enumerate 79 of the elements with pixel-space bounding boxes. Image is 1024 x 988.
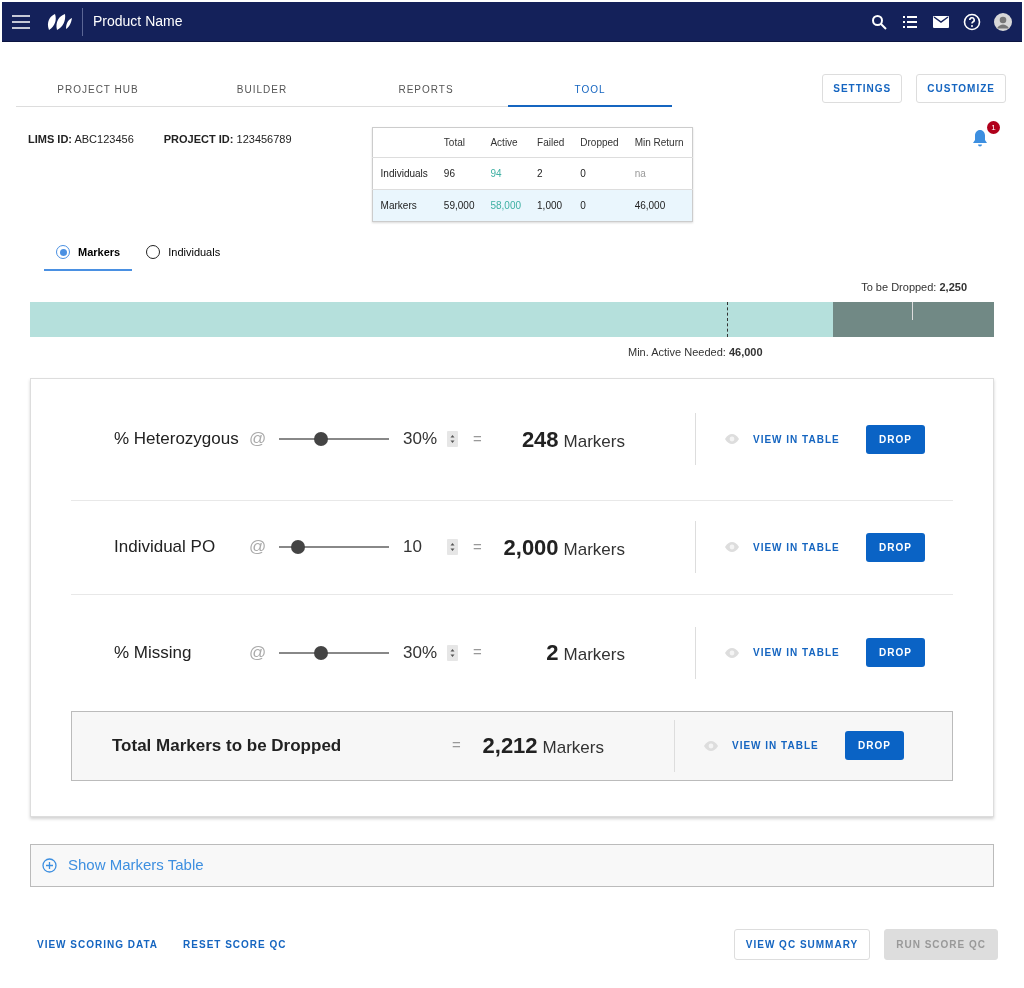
table-cell: 58,000 [482, 189, 530, 222]
view-link[interactable]: VIEW IN TABLE [753, 431, 866, 447]
filter-label: % Heterozygous [114, 428, 240, 451]
nav-tab[interactable]: REPORTS [344, 74, 508, 107]
menu-icon[interactable] [12, 14, 30, 29]
drop-button[interactable]: DROP [866, 424, 925, 454]
marker-count: 2,000 [503, 533, 559, 562]
view-link[interactable]: VIEW IN TABLE [753, 539, 866, 555]
help-icon[interactable] [963, 12, 981, 31]
table-cell: 1,000 [529, 189, 573, 222]
threshold-marker [727, 302, 728, 337]
nav-tab[interactable]: BUILDER [180, 74, 344, 107]
id-label: PROJECT ID: 123456789 [163, 132, 292, 147]
eye-icon [724, 433, 740, 445]
equals-sign: = [473, 536, 483, 557]
spinner-icon[interactable] [447, 431, 458, 447]
slider-thumb[interactable] [290, 540, 305, 554]
unit-label: Markers [563, 538, 625, 561]
slider-thumb[interactable] [313, 645, 328, 660]
column-header: Min Return [626, 127, 693, 158]
column-header: Dropped [572, 127, 627, 158]
drop-button[interactable]: DROP [866, 532, 925, 562]
column-header: Total [435, 127, 483, 158]
at-sign: @ [249, 428, 268, 451]
threshold-value: 30% [403, 428, 439, 451]
slider-thumb[interactable] [313, 432, 328, 446]
marker-count: 2 [546, 639, 559, 667]
unit-label: Markers [563, 644, 625, 666]
leader-line [911, 302, 913, 320]
eye-icon [703, 739, 719, 752]
drop-button[interactable]: DROP [866, 638, 925, 667]
row-header: Markers [372, 189, 436, 222]
total-label: Total Markers to be Dropped [112, 734, 343, 757]
plus-circle-icon [42, 857, 57, 873]
outline-button[interactable]: CUSTOMIZE [916, 74, 1006, 103]
equals-sign: = [473, 428, 483, 449]
app-title: Product Name [93, 12, 183, 31]
eye-icon [724, 541, 740, 553]
outline-button[interactable]: SETTINGS [822, 74, 903, 103]
at-sign: @ [249, 641, 268, 664]
column-header: Failed [529, 127, 573, 158]
at-sign: @ [249, 536, 268, 559]
min-active-label: Min. Active Needed: 46,000 [628, 345, 764, 360]
view-link[interactable]: VIEW IN TABLE [753, 645, 866, 660]
expand-panel[interactable]: Show Markers Table [30, 843, 994, 887]
column-header: Active [482, 127, 530, 158]
table-cell: 46,000 [626, 189, 693, 222]
marker-count: 248 [521, 425, 559, 454]
equals-sign: = [452, 735, 462, 756]
filter-label: Individual PO [114, 536, 217, 559]
notification-badge: 1 [987, 121, 1000, 134]
threshold-value: 30% [403, 641, 439, 664]
text-link[interactable]: RESET SCORE QC [183, 936, 287, 952]
eye-icon [724, 646, 740, 659]
marker-count: 2,212 [482, 732, 538, 760]
expand-label: Show Markers Table [68, 854, 204, 875]
spinner-icon[interactable] [447, 539, 458, 555]
footer-button[interactable]: VIEW QC SUMMARY [733, 928, 871, 960]
nav-tab[interactable]: PROJECT HUB [16, 74, 180, 107]
radio-tab[interactable]: Individuals [134, 236, 233, 271]
threshold-value: 10 [403, 536, 423, 559]
nav-tab[interactable]: TOOL [508, 74, 672, 107]
drop-button[interactable]: DROP [845, 731, 904, 760]
bell-icon[interactable] [970, 127, 990, 148]
id-label: LIMS ID: ABC123456 [28, 132, 134, 147]
equals-sign: = [473, 642, 483, 663]
spinner-icon[interactable] [447, 644, 458, 661]
view-link[interactable]: VIEW IN TABLE [732, 738, 845, 753]
search-icon[interactable] [870, 12, 888, 31]
filter-label: % Missing [114, 641, 193, 664]
unit-label: Markers [563, 430, 625, 453]
radio-tab[interactable]: Markers [44, 236, 133, 271]
leaf-logo-icon [46, 11, 72, 32]
avatar-icon[interactable] [994, 12, 1012, 31]
unit-label: Markers [542, 737, 604, 759]
text-link[interactable]: VIEW SCORING DATA [37, 936, 159, 952]
drop-count-label: To be Dropped: 2,250 [860, 279, 967, 295]
table-cell: 59,000 [435, 189, 483, 222]
table-cell: 0 [572, 189, 627, 222]
